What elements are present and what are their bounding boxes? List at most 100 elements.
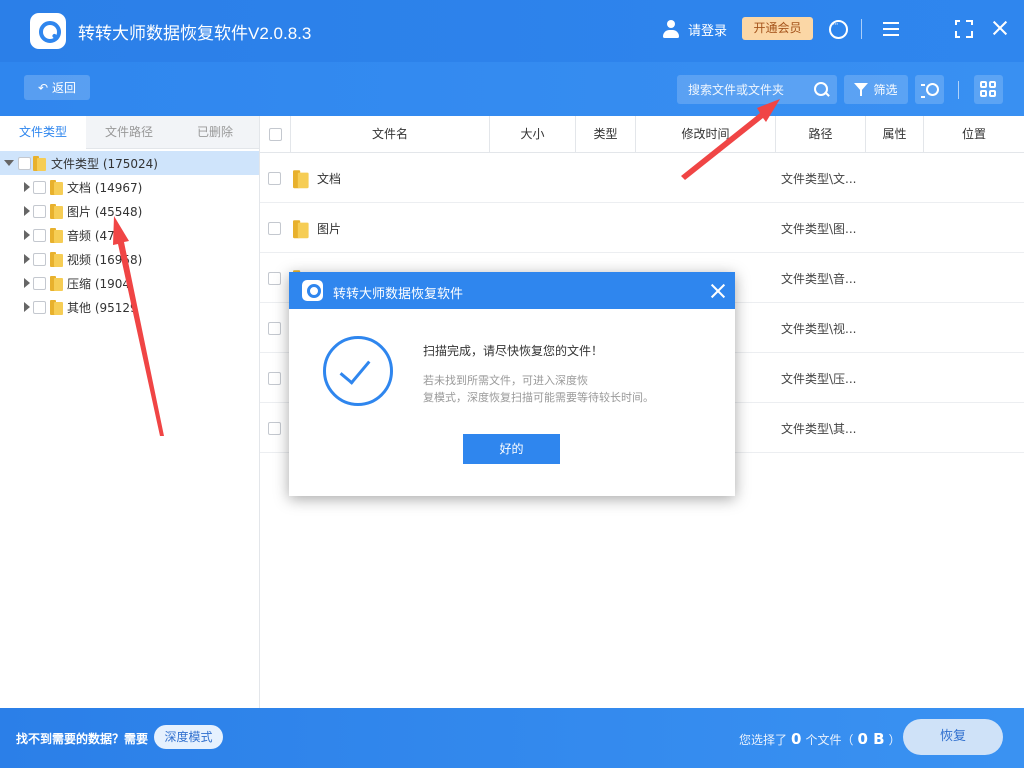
expand-caret-icon[interactable] [21,254,31,264]
row-name: 图片 [317,222,342,236]
filter-button[interactable]: 筛选 [844,75,908,104]
row-path: 文件类型\文... [781,172,857,186]
login-label: 请登录 [688,23,728,39]
tree-root[interactable]: 文件类型 (175024) [0,151,259,175]
tree-item-checkbox[interactable] [33,276,46,290]
deep-mode-button[interactable]: 深度模式 [154,725,223,749]
tree-item-label: 图片 (45548) [67,204,143,219]
left-panel: 文件类型 文件路径 已删除 文件类型 (175024) 文档 (14967) 图… [0,116,260,708]
table-row[interactable]: 图片 文件类型\图... [260,203,1024,253]
app-logo-icon [30,13,66,49]
expand-caret-icon[interactable] [21,302,31,312]
expand-caret-icon[interactable] [21,230,31,240]
tree-root-checkbox[interactable] [18,156,31,170]
row-checkbox[interactable] [268,272,281,285]
folder-icon [50,179,64,195]
tree-item-checkbox[interactable] [33,252,46,266]
title-divider [861,19,862,39]
selected-size: 0 B [857,730,885,748]
tree-item-label: 视频 (16958) [67,252,143,267]
tab-deleted[interactable]: 已删除 [172,116,258,149]
user-icon [662,20,680,38]
header-attribute[interactable]: 属性 [865,116,923,153]
tree-item-audio[interactable]: 音频 (47 [0,223,259,247]
title-bar: 转转大师数据恢复软件V2.0.8.3 请登录 开通会员 [0,0,1024,62]
tab-file-path[interactable]: 文件路径 [86,116,172,149]
header-location[interactable]: 位置 [923,116,1024,153]
tree-item-video[interactable]: 视频 (16958) [0,247,259,271]
ok-button[interactable]: 好的 [463,434,560,464]
tree-item-checkbox[interactable] [33,300,46,314]
tree-item-documents[interactable]: 文档 (14967) [0,175,259,199]
table-row[interactable]: 文档 文件类型\文... [260,153,1024,203]
tree-item-checkbox[interactable] [33,180,46,194]
search-box [677,75,837,104]
toolbar: ↶ 返回 筛选 [0,62,1024,116]
dialog-title: 转转大师数据恢复软件 [333,287,464,302]
row-checkbox[interactable] [268,322,281,335]
bottom-bar: 找不到需要的数据？需要 深度模式 您选择了 0 个文件（ 0 B） 恢复 [0,708,1024,768]
tree-item-checkbox[interactable] [33,228,46,242]
back-arrow-icon: ↶ [37,80,49,95]
recover-button[interactable]: 恢复 [903,719,1003,755]
tree-item-other[interactable]: 其他 (95129 [0,295,259,319]
folder-icon [50,251,64,267]
close-icon[interactable] [990,19,1010,39]
expand-caret-icon[interactable] [21,206,31,216]
dialog-header: 转转大师数据恢复软件 [289,272,735,309]
header-size[interactable]: 大小 [489,116,575,153]
tree-item-checkbox[interactable] [33,204,46,218]
tree-item-archives[interactable]: 压缩 (1904 [0,271,259,295]
collapse-caret-icon[interactable] [4,158,14,168]
header-path[interactable]: 路径 [775,116,865,153]
back-label: 返回 [52,81,77,95]
select-all-checkbox[interactable] [268,128,282,141]
header-file-name[interactable]: 文件名 [290,116,489,153]
row-checkbox[interactable] [268,222,281,235]
expand-caret-icon[interactable] [21,278,31,288]
customer-service-icon[interactable] [828,19,848,39]
tree-root-label: 文件类型 (175024) [51,156,158,171]
file-type-tree: 文件类型 (175024) 文档 (14967) 图片 (45548) 音频 (… [0,149,259,319]
folder-icon [50,275,64,291]
expand-caret-icon[interactable] [21,182,31,192]
dialog-close-icon[interactable] [709,282,727,300]
folder-icon [293,219,310,239]
row-path: 文件类型\视... [781,322,857,336]
selection-summary: 您选择了 0 个文件（ 0 B） [739,730,901,748]
grid-view-button[interactable] [974,75,1003,104]
toolbar-divider [958,81,959,99]
folder-icon [33,155,47,171]
dialog-logo-icon [302,280,323,301]
row-path: 文件类型\图... [781,222,857,236]
header-type[interactable]: 类型 [575,116,635,153]
vip-button[interactable]: 开通会员 [742,17,813,40]
back-button[interactable]: ↶ 返回 [24,75,90,100]
selection-prefix: 您选择了 [739,733,788,747]
preview-button[interactable] [915,75,944,104]
menu-icon[interactable] [882,19,902,39]
maximize-icon[interactable] [952,17,974,39]
row-path: 文件类型\压... [781,372,857,386]
search-input[interactable] [677,75,807,104]
row-name: 文档 [317,172,342,186]
header-modified[interactable]: 修改时间 [635,116,775,153]
row-checkbox[interactable] [268,422,281,435]
header-checkbox-cell [260,116,290,153]
tree-item-images[interactable]: 图片 (45548) [0,199,259,223]
selection-suffix: ） [888,733,901,747]
dialog-message: 扫描完成，请尽快恢复您的文件！ [423,344,604,358]
row-checkbox[interactable] [268,372,281,385]
row-checkbox[interactable] [268,172,281,185]
filter-icon [854,83,869,96]
table-header: 文件名 大小 类型 修改时间 路径 属性 位置 [260,116,1024,153]
login-link[interactable]: 请登录 [662,18,727,40]
folder-icon [293,169,310,189]
tab-file-type[interactable]: 文件类型 [0,116,86,149]
row-path: 文件类型\其... [781,422,857,436]
folder-icon [50,227,64,243]
tree-item-label: 压缩 (1904 [67,276,131,291]
left-tabs: 文件类型 文件路径 已删除 [0,116,259,149]
row-path: 文件类型\音... [781,272,857,286]
search-icon[interactable] [814,82,829,97]
